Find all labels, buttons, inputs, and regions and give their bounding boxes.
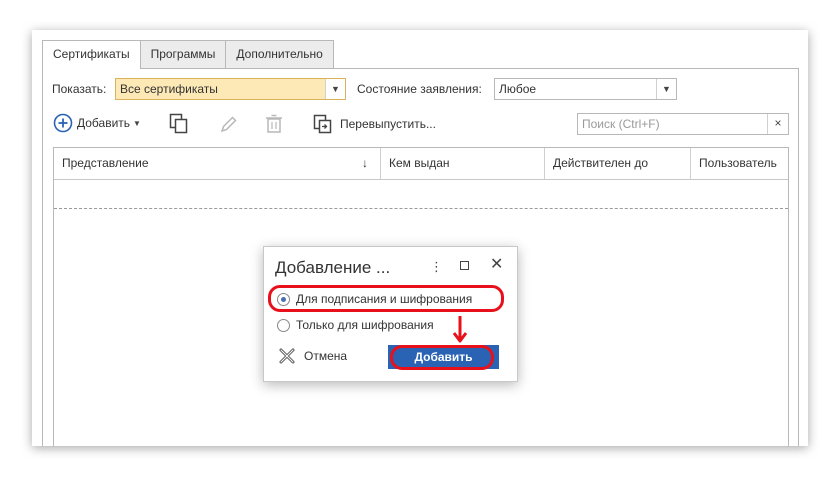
copy-icon[interactable] xyxy=(169,113,189,135)
column-header-presentation[interactable]: Представление ↓ xyxy=(54,148,381,179)
chevron-down-icon: ▼ xyxy=(133,118,141,128)
cancel-button[interactable]: Отмена xyxy=(278,347,347,365)
sort-arrow-icon: ↓ xyxy=(362,156,368,170)
show-select[interactable]: Все сертификаты ▼ xyxy=(115,78,346,100)
column-header-issuer[interactable]: Кем выдан xyxy=(381,148,545,179)
chevron-down-icon[interactable]: ▼ xyxy=(656,79,676,99)
reissue-button[interactable]: Перевыпустить... xyxy=(313,114,436,134)
add-certificate-dialog: Добавление ... ⋮ ✕ Для подписания и шифр… xyxy=(263,246,518,382)
reissue-button-label: Перевыпустить... xyxy=(340,117,436,131)
option-encrypt-only[interactable]: Только для шифрования xyxy=(277,318,434,332)
cancel-button-label: Отмена xyxy=(304,349,348,363)
highlight-frame xyxy=(268,285,504,312)
more-icon[interactable]: ⋮ xyxy=(430,259,443,275)
add-button-label: Добавить xyxy=(77,116,131,130)
form-window: Сертификаты Программы Дополнительно Пока… xyxy=(32,30,808,446)
column-header-label: Представление xyxy=(62,156,149,170)
table-row[interactable] xyxy=(54,179,788,209)
tab-certificates[interactable]: Сертификаты xyxy=(42,40,141,69)
search-placeholder: Поиск (Ctrl+F) xyxy=(582,117,660,131)
dialog-title: Добавление ... xyxy=(275,258,391,277)
clear-icon[interactable]: × xyxy=(767,114,788,134)
column-header-user[interactable]: Пользователь xyxy=(691,148,790,179)
reissue-icon xyxy=(313,114,332,134)
add-button[interactable]: Добавить ▼ xyxy=(53,113,141,133)
column-header-valid-until[interactable]: Действителен до xyxy=(545,148,691,179)
radio-unchecked-icon[interactable] xyxy=(277,318,290,332)
arrow-down-icon xyxy=(452,316,468,343)
table-header: Представление ↓ Кем выдан Действителен д… xyxy=(54,148,788,180)
trash-icon[interactable] xyxy=(265,114,283,134)
show-select-value: Все сертификаты xyxy=(120,82,218,96)
highlight-frame xyxy=(390,345,494,370)
tab-bar: Сертификаты Программы Дополнительно xyxy=(42,40,334,69)
state-select[interactable]: Любое ▼ xyxy=(494,78,677,100)
plus-circle-icon xyxy=(53,113,73,133)
tab-programs[interactable]: Программы xyxy=(139,40,227,68)
search-field[interactable]: Поиск (Ctrl+F) × xyxy=(577,113,789,135)
close-icon[interactable]: ✕ xyxy=(490,257,503,273)
state-select-value: Любое xyxy=(499,82,537,96)
cancel-x-icon xyxy=(279,348,295,364)
tab-additional[interactable]: Дополнительно xyxy=(225,40,334,68)
chevron-down-icon[interactable]: ▼ xyxy=(325,79,345,99)
pencil-icon[interactable] xyxy=(219,114,239,134)
option-encrypt-only-label: Только для шифрования xyxy=(296,318,434,332)
show-label: Показать: xyxy=(52,82,107,96)
state-label: Состояние заявления: xyxy=(357,82,482,96)
maximize-icon[interactable] xyxy=(460,261,469,270)
